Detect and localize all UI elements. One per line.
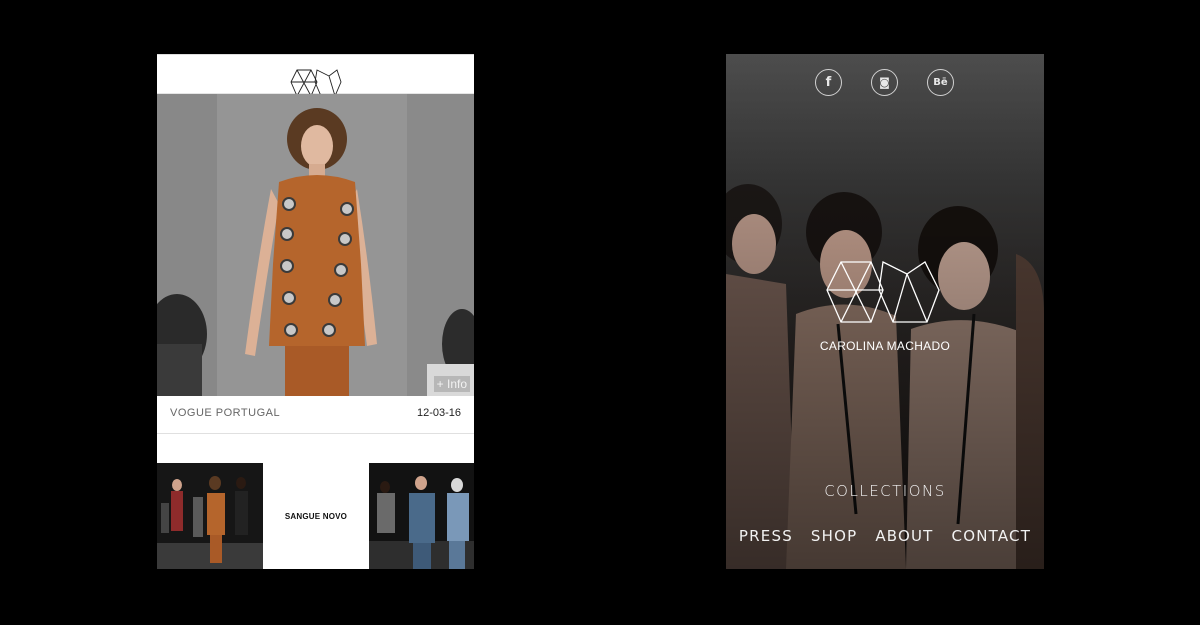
article-caption[interactable]: VOGUE PORTUGAL 12-03-16 <box>157 396 474 434</box>
thumbnail-label-tile[interactable]: SANGUE NOVO <box>263 463 369 569</box>
nav-collections[interactable]: COLLECTIONS <box>726 482 1044 500</box>
thumbnail-runway-left[interactable] <box>157 463 263 569</box>
behance-glyph: Bē <box>933 77 948 88</box>
article-source: VOGUE PORTUGAL <box>170 407 281 419</box>
article-date: 12-03-16 <box>416 407 461 419</box>
mobile-screen-menu: f ◙ Bē CAROLINA MACHADO COLLECTIONS PRES… <box>726 54 1044 569</box>
instagram-icon[interactable]: ◙ <box>871 69 898 96</box>
header-bar <box>157 54 474 97</box>
instagram-glyph: ◙ <box>879 76 890 89</box>
nav-press[interactable]: PRESS <box>739 527 793 545</box>
runway-group-photo <box>157 463 263 569</box>
mobile-screen-press: + Info VOGUE PORTUGAL 12-03-16 SANGUE NO… <box>157 54 474 569</box>
facebook-icon[interactable]: f <box>815 69 842 96</box>
facebook-glyph: f <box>825 75 832 90</box>
nav-contact[interactable]: CONTACT <box>952 527 1032 545</box>
runway-photo <box>157 94 474 396</box>
hero-runway-image[interactable]: + Info <box>157 94 474 396</box>
behance-icon[interactable]: Bē <box>927 69 954 96</box>
cm-brand-logo[interactable] <box>823 258 943 330</box>
brand-name: CAROLINA MACHADO <box>819 339 951 353</box>
tile-label: SANGUE NOVO <box>284 511 348 521</box>
nav-shop[interactable]: SHOP <box>811 527 857 545</box>
runway-menswear-photo <box>369 463 474 569</box>
nav-menu: PRESS SHOP ABOUT CONTACT <box>726 527 1044 545</box>
thumbnail-runway-right[interactable] <box>369 463 474 569</box>
nav-about[interactable]: ABOUT <box>875 527 933 545</box>
info-button[interactable]: + Info <box>433 376 470 392</box>
